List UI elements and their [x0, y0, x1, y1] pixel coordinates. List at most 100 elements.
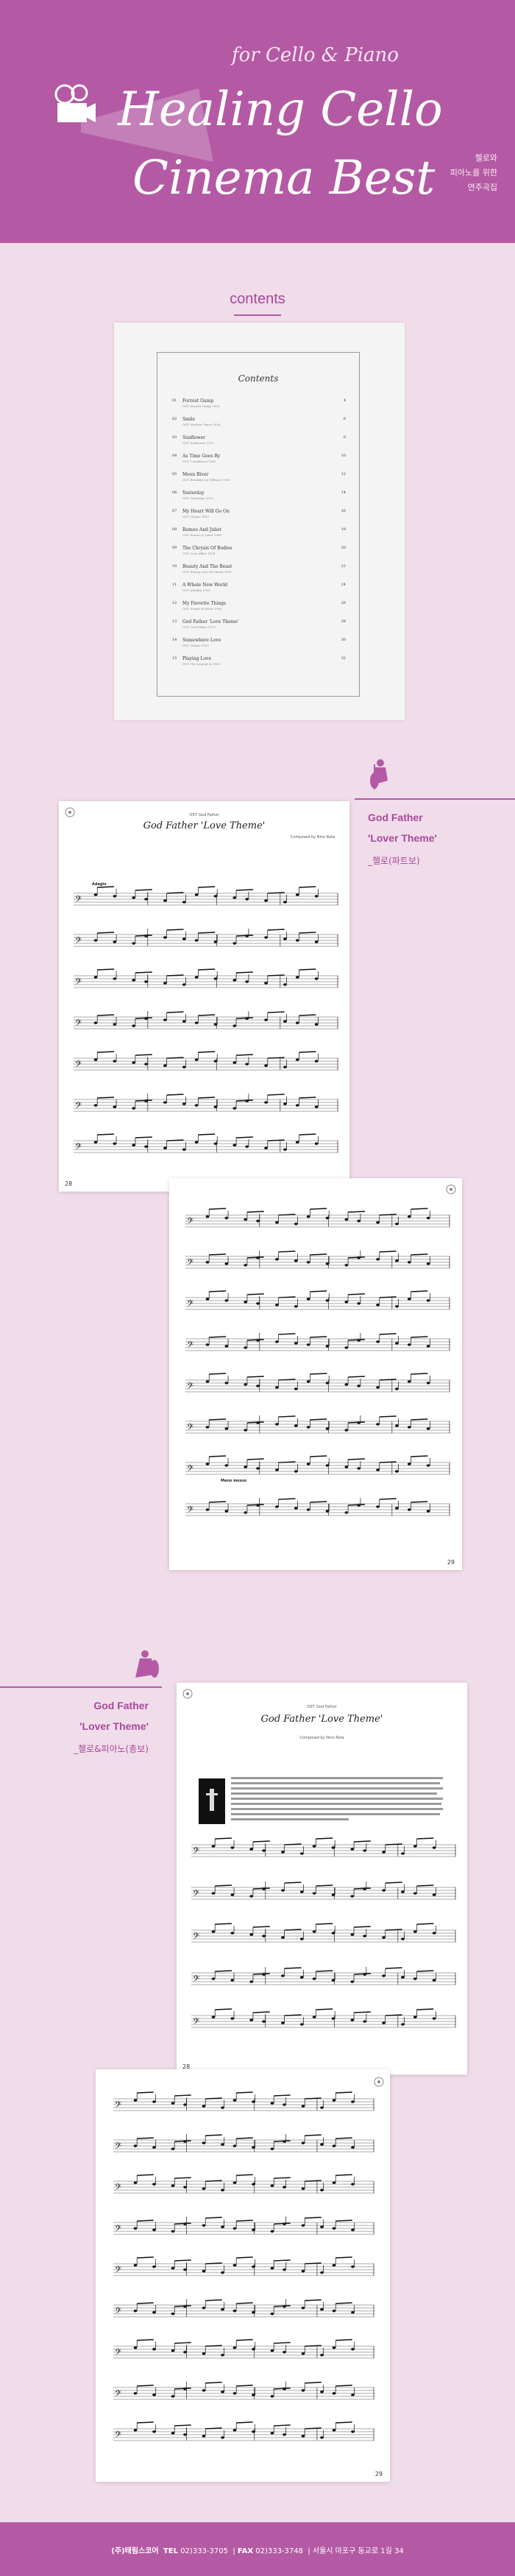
toc-credit: OST. Forrest Gump 2002	[182, 404, 220, 408]
toc-page: 8	[343, 435, 346, 440]
toc-credit: OST. The Legend of 1900	[182, 662, 221, 666]
toc-page: 14	[341, 490, 346, 495]
toc-credit: OST. Sound of Music 1965	[182, 607, 222, 610]
toc-number: 05	[172, 472, 177, 476]
contents-page-image: Contents 01 Forrest Gump OST. Forrest Gump…	[114, 323, 405, 720]
toc-number: 01	[172, 398, 177, 403]
header-subtitle: for Cello & Piano	[232, 44, 399, 66]
toc-item: 14 Somewhere Love OST. Titanic 1997 30	[172, 638, 346, 652]
staff: 𝄢	[185, 1208, 450, 1228]
svg-text:𝄢: 𝄢	[193, 1889, 199, 1901]
toc-number: 04	[172, 454, 177, 458]
tagline-line: 첼로와	[475, 153, 497, 163]
toc-item: 04 As Time Goes By OST. Casablanca 1942 10	[172, 454, 346, 468]
toc-credit: OST. Breakfast at Tiffany's 1961	[182, 478, 231, 482]
toc-item: 07 My Heart Will Go On OST. Titanic 1997 16	[172, 509, 346, 524]
toc-song: The Chrysis Of Bodies	[182, 546, 232, 551]
svg-text:𝄢: 𝄢	[187, 1258, 193, 1270]
staff: 𝄢	[74, 1011, 338, 1030]
toc-item: 09 The Chrysis Of Bodies OST. Love Affair …	[172, 546, 346, 560]
staff: 𝄢	[185, 1333, 450, 1352]
staff: 𝄢	[113, 2134, 374, 2153]
staff: 𝄢	[113, 2299, 374, 2318]
svg-text:𝄢: 𝄢	[115, 2100, 121, 2112]
score-page-3: OST. God Father God Father 'Love Theme' …	[177, 1683, 467, 2074]
toc-song: Sunflower	[182, 435, 206, 440]
section1-title-line2: 'Lover Theme'	[368, 832, 437, 844]
toc-number: 15	[172, 656, 177, 661]
contents-underline	[234, 314, 281, 316]
svg-text:𝄢: 𝄢	[115, 2265, 121, 2277]
header-title-line2: Cinema Best	[132, 151, 436, 205]
svg-text:𝄢: 𝄢	[75, 1101, 82, 1113]
svg-text:𝄢: 𝄢	[193, 1846, 199, 1858]
cello-piano-silhouette-icon	[135, 1650, 159, 1678]
toc-item: 15 Playing Love OST. The Legend of 1900 32	[172, 656, 346, 671]
staff: 𝄢	[185, 1373, 450, 1393]
page3-composer: Composed by Nino Rota	[299, 1736, 344, 1740]
toc-number: 09	[172, 546, 177, 550]
footer-fax: 02)333-3748	[255, 2547, 303, 2555]
staff: 𝄢	[113, 2256, 374, 2277]
toc-item: 03 Sunflower OST. Sunflower 1970 8	[172, 435, 346, 450]
staff: 𝄢	[74, 1051, 338, 1071]
svg-text:𝄢: 𝄢	[75, 936, 82, 948]
toc-song: Playing Love	[182, 656, 211, 661]
footer-info: (주)태림스코어 TEL 02)333-3705 | FAX 02)333-37…	[111, 2547, 404, 2555]
toc-credit: OST. God Father 1972	[182, 625, 216, 629]
film-poster-thumbnail	[199, 1778, 225, 1824]
toc-page: 30	[341, 638, 346, 642]
score-page-2: Meno mosso 𝄢 𝄢 𝄢 𝄢 𝄢 𝄢 𝄢 𝄢 29	[169, 1178, 462, 1570]
staff: 𝄢	[113, 2091, 374, 2112]
toc-page: 6	[343, 417, 346, 421]
section1-subtitle: _첼로(파트보)	[368, 856, 420, 866]
svg-text:𝄢: 𝄢	[193, 1974, 199, 1986]
svg-text:𝄢: 𝄢	[115, 2348, 121, 2359]
contents-heading: contents	[230, 291, 285, 307]
toc-item: 11 A Whole New World OST. Aladdin 1992 24	[172, 583, 346, 597]
tagline-line: 연주곡집	[467, 183, 497, 192]
header-title-line1: Healing Cello	[118, 82, 443, 137]
svg-text:𝄢: 𝄢	[115, 2389, 121, 2401]
staff: 𝄢	[191, 1882, 456, 1901]
toc-page: 12	[341, 472, 346, 476]
logo-mark-icon	[446, 1184, 456, 1194]
footer-company: (주)태림스코어	[111, 2547, 159, 2555]
footer-fax-label: FAX	[237, 2547, 254, 2555]
staff: 𝄢	[113, 2174, 374, 2195]
staff: 𝄢	[113, 2421, 374, 2442]
page1-title: God Father 'Love Theme'	[143, 820, 266, 831]
toc-number: 10	[172, 564, 177, 569]
toc-item: 02 Smile OST. Modern Times 1936 6	[172, 417, 346, 432]
toc-song: Yesterday	[182, 490, 205, 496]
toc-song: As Time Goes By	[182, 454, 221, 459]
toc-number: 12	[172, 601, 177, 605]
staff: 𝄢	[113, 2382, 374, 2401]
toc-item: 12 My Favorite Things OST. Sound of Music …	[172, 601, 346, 616]
svg-text:𝄢: 𝄢	[115, 2224, 121, 2236]
toc-page: 22	[341, 564, 346, 569]
toc-credit: OST. Casablanca 1942	[182, 460, 216, 463]
toc-item: 10 Beauty And The Beast OST. Beauty And Th…	[172, 564, 346, 579]
section1-rule	[355, 798, 515, 800]
toc-song: Smile	[182, 417, 196, 422]
section2-title-line1: God Father	[93, 1700, 149, 1711]
toc-number: 11	[172, 583, 177, 587]
contents-page-title: Contents	[238, 373, 279, 384]
toc-item: 05 Moon River OST. Breakfast at Tiffany's …	[172, 472, 346, 487]
footer-bar: (주)태림스코어 TEL 02)333-3705 | FAX 02)333-37…	[0, 2522, 515, 2576]
page2-number: 29	[447, 1559, 455, 1566]
section2-subtitle: _첼로&피아노(총보)	[73, 1744, 149, 1754]
toc-song: My Heart Will Go On	[182, 509, 230, 514]
svg-text:𝄢: 𝄢	[115, 2142, 121, 2153]
svg-text:𝄢: 𝄢	[187, 1423, 193, 1435]
score-page-4: 𝄢 𝄢 𝄢 𝄢 𝄢 𝄢 𝄢 𝄢 𝄢 29	[96, 2069, 390, 2482]
section2-title-line2: 'Lover Theme'	[79, 1720, 149, 1732]
staff: 𝄢	[74, 968, 338, 989]
toc-page: 20	[341, 546, 346, 550]
staff: 𝄢	[191, 1923, 456, 1943]
svg-text:𝄢: 𝄢	[193, 1932, 199, 1943]
staff: 𝄢	[185, 1290, 450, 1311]
section1-title-line1: God Father	[368, 812, 423, 823]
toc-credit: OST. Yesterday 2019	[182, 496, 213, 500]
